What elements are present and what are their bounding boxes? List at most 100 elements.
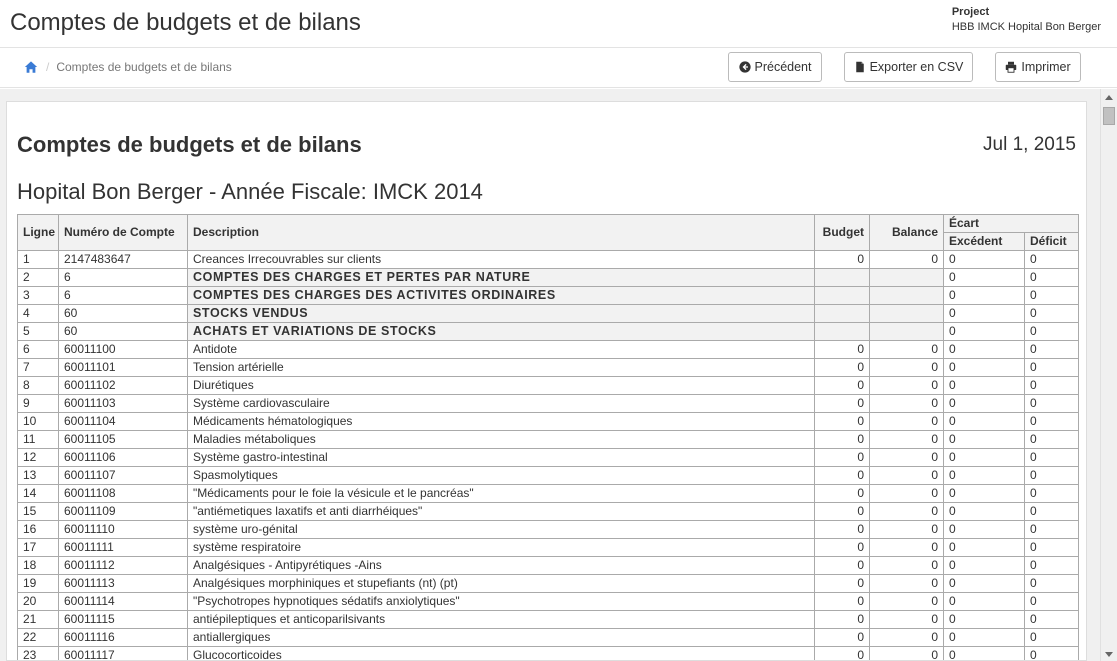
cell-budget: 0 — [814, 412, 870, 431]
cell-budget — [814, 268, 870, 287]
cell-deficit: 0 — [1024, 358, 1079, 377]
cell-budget: 0 — [814, 520, 870, 539]
cell-ligne: 18 — [17, 556, 59, 575]
cell-description: Creances Irrecouvrables sur clients — [187, 250, 815, 269]
cell-description: système uro-génital — [187, 520, 815, 539]
table-row: 1 2147483647 Creances Irrecouvrables sur c… — [17, 250, 1079, 269]
cell-account: 60011100 — [58, 340, 188, 359]
table-row: 11 60011105 Maladies métaboliques 0 0 0 0 — [17, 430, 1079, 449]
cell-account: 60011117 — [58, 646, 188, 660]
cell-balance: 0 — [869, 412, 944, 431]
cell-account: 60011101 — [58, 358, 188, 377]
cell-account: 6 — [58, 268, 188, 287]
cell-ligne: 10 — [17, 412, 59, 431]
vertical-scrollbar[interactable] — [1100, 89, 1117, 661]
scroll-thumb[interactable] — [1103, 107, 1115, 125]
cell-deficit: 0 — [1024, 394, 1079, 413]
accounts-table: Ligne Numéro de Compte Description Budge… — [17, 214, 1079, 660]
cell-budget — [814, 304, 870, 323]
cell-excedent: 0 — [943, 502, 1025, 521]
cell-balance: 0 — [869, 430, 944, 449]
table-row: 19 60011113 Analgésiques morphiniques et s… — [17, 574, 1079, 593]
cell-budget: 0 — [814, 358, 870, 377]
cell-balance: 0 — [869, 250, 944, 269]
cell-description: Diurétiques — [187, 376, 815, 395]
cell-budget — [814, 286, 870, 305]
scroll-down-arrow-icon[interactable] — [1105, 652, 1113, 657]
cell-description: "Psychotropes hypnotiques sédatifs anxio… — [187, 592, 815, 611]
table-row: 14 60011108 "Médicaments pour le foie la v… — [17, 484, 1079, 503]
cell-account: 60011115 — [58, 610, 188, 629]
cell-balance — [869, 286, 944, 305]
cell-deficit: 0 — [1024, 250, 1079, 269]
table-row: 2 6 COMPTES DES CHARGES ET PERTES PAR NATU… — [17, 268, 1079, 287]
table-row: 21 60011115 antiépileptiques et anticopari… — [17, 610, 1079, 629]
cell-budget: 0 — [814, 448, 870, 467]
cell-excedent: 0 — [943, 520, 1025, 539]
cell-balance: 0 — [869, 646, 944, 660]
cell-description: Analgésiques - Antipyrétiques -Ains — [187, 556, 815, 575]
table-row: 18 60011112 Analgésiques - Antipyrétiques … — [17, 556, 1079, 575]
cell-balance — [869, 268, 944, 287]
cell-description: ACHATS ET VARIATIONS DE STOCKS — [187, 322, 815, 341]
cell-excedent: 0 — [943, 376, 1025, 395]
export-csv-label: Exporter en CSV — [869, 60, 964, 74]
cell-balance: 0 — [869, 610, 944, 629]
print-label: Imprimer — [1021, 60, 1071, 74]
cell-account: 60011108 — [58, 484, 188, 503]
cell-ligne: 6 — [17, 340, 59, 359]
col-header-description: Description — [187, 214, 815, 251]
cell-account: 60011113 — [58, 574, 188, 593]
circle-arrow-left-icon — [738, 61, 751, 73]
report-title: Comptes de budgets et de bilans — [17, 132, 362, 157]
cell-description: Antidote — [187, 340, 815, 359]
report-subtitle: Hopital Bon Berger - Année Fiscale: IMCK… — [17, 179, 483, 204]
cell-ligne: 21 — [17, 610, 59, 629]
col-header-deficit: Déficit — [1024, 232, 1079, 251]
cell-account: 60011109 — [58, 502, 188, 521]
cell-ligne: 17 — [17, 538, 59, 557]
col-header-account: Numéro de Compte — [58, 214, 188, 251]
cell-excedent: 0 — [943, 646, 1025, 660]
top-header: Comptes de budgets et de bilans Project … — [0, 0, 1117, 48]
cell-balance: 0 — [869, 358, 944, 377]
cell-deficit: 0 — [1024, 268, 1079, 287]
cell-account: 60011105 — [58, 430, 188, 449]
project-name: HBB IMCK Hopital Bon Berger — [951, 21, 1101, 33]
cell-ligne: 20 — [17, 592, 59, 611]
cell-account: 2147483647 — [58, 250, 188, 269]
previous-button[interactable]: Précédent — [728, 52, 822, 82]
cell-budget: 0 — [814, 250, 870, 269]
cell-description: Système cardiovasculaire — [187, 394, 815, 413]
cell-deficit: 0 — [1024, 610, 1079, 629]
home-icon[interactable] — [24, 60, 38, 74]
breadcrumb-bar: / Comptes de budgets et de bilans Précéd… — [0, 48, 1117, 88]
cell-ligne: 2 — [17, 268, 59, 287]
cell-excedent: 0 — [943, 448, 1025, 467]
cell-ligne: 23 — [17, 646, 59, 660]
cell-balance: 0 — [869, 628, 944, 647]
print-button[interactable]: Imprimer — [995, 52, 1081, 82]
cell-account: 60011107 — [58, 466, 188, 485]
table-row: 15 60011109 "antiémetiques laxatifs et ant… — [17, 502, 1079, 521]
cell-account: 60 — [58, 322, 188, 341]
cell-deficit: 0 — [1024, 520, 1079, 539]
printer-icon — [1006, 61, 1017, 73]
scroll-up-arrow-icon[interactable] — [1105, 95, 1113, 100]
cell-balance: 0 — [869, 520, 944, 539]
export-csv-button[interactable]: Exporter en CSV — [844, 52, 973, 82]
cell-excedent: 0 — [943, 466, 1025, 485]
cell-ligne: 12 — [17, 448, 59, 467]
cell-budget: 0 — [814, 376, 870, 395]
cell-ligne: 13 — [17, 466, 59, 485]
cell-deficit: 0 — [1024, 322, 1079, 341]
cell-ligne: 19 — [17, 574, 59, 593]
cell-ligne: 15 — [17, 502, 59, 521]
cell-excedent: 0 — [943, 628, 1025, 647]
cell-ligne: 22 — [17, 628, 59, 647]
report-panel: Comptes de budgets et de bilans Jul 1, 2… — [6, 101, 1087, 661]
table-row: 23 60011117 Glucocorticoides 0 0 0 0 — [17, 646, 1079, 660]
cell-description: Système gastro-intestinal — [187, 448, 815, 467]
table-row: 22 60011116 antiallergiques 0 0 0 0 — [17, 628, 1079, 647]
cell-deficit: 0 — [1024, 628, 1079, 647]
